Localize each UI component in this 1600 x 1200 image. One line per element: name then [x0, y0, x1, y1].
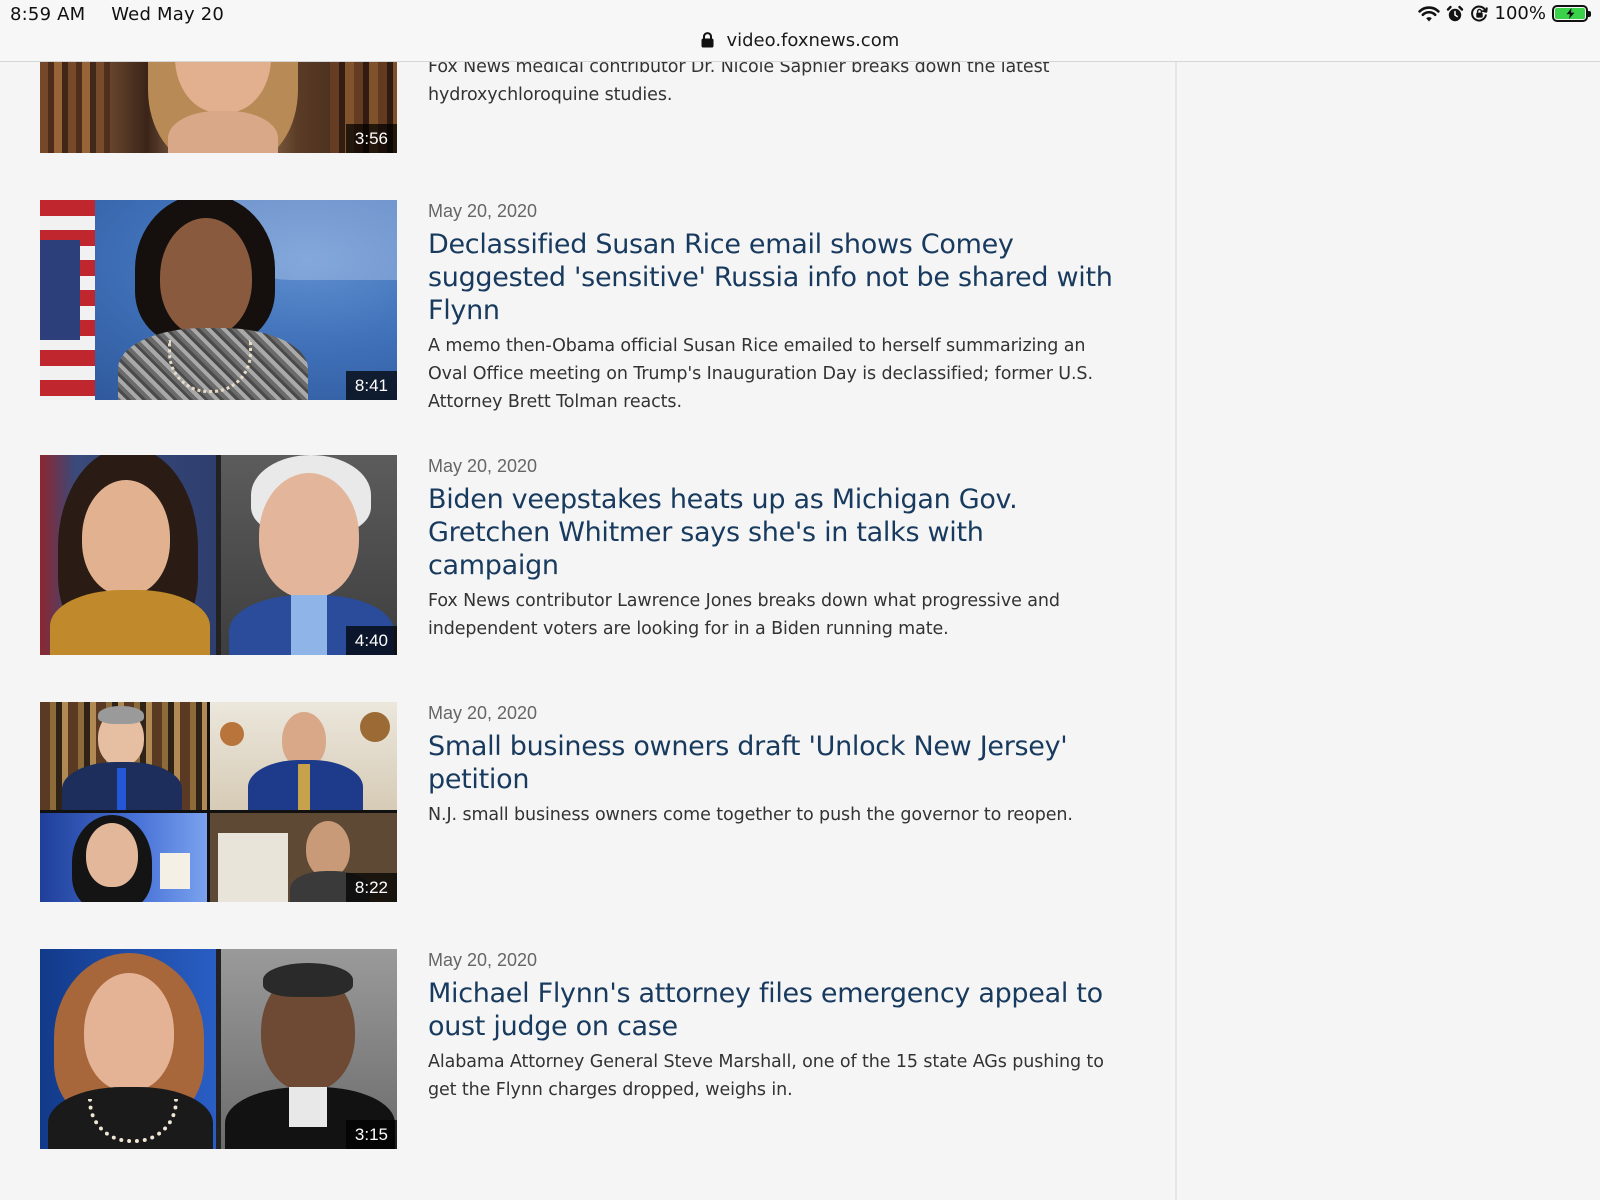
video-description: N.J. small business owners come together… — [428, 805, 1073, 825]
battery-icon — [1552, 5, 1591, 22]
video-description: A memo then-Obama official Susan Rice em… — [428, 336, 1093, 412]
video-description: Fox News contributor Lawrence Jones brea… — [428, 591, 1060, 639]
status-date: Wed May 20 — [111, 4, 225, 25]
video-date: May 20, 2020 — [428, 456, 538, 476]
video-duration: 4:40 — [345, 626, 397, 655]
sidebar-divider — [1175, 61, 1177, 1200]
video-description: Alabama Attorney General Steve Marshall,… — [428, 1052, 1104, 1100]
charging-bolt-icon — [1566, 8, 1574, 19]
battery-percentage: 100% — [1494, 3, 1546, 24]
url-text: video.foxnews.com — [726, 30, 900, 51]
split-portrait-thumbnail — [40, 455, 397, 655]
video-thumbnail[interactable]: 8:41 — [40, 200, 397, 400]
video-title-link[interactable]: Declassified Susan Rice email shows Come… — [428, 228, 1118, 327]
video-date: May 20, 2020 — [428, 703, 538, 723]
video-info: May 20, 2020 Small business owners draft… — [428, 702, 1118, 829]
video-info: May 20, 2020 Michael Flynn's attorney fi… — [428, 949, 1118, 1104]
wifi-icon — [1417, 5, 1440, 21]
video-duration: 3:56 — [345, 124, 397, 153]
video-info: May 20, 2020 Declassified Susan Rice ema… — [428, 200, 1118, 416]
split-portrait-thumbnail — [40, 949, 397, 1149]
video-list: 3:56 Fox News medical contributor Dr. Ni… — [0, 0, 1175, 1200]
video-title-link[interactable]: Michael Flynn's attorney files emergency… — [428, 977, 1118, 1043]
browser-top-bar: 8:59 AM Wed May 20 100% video.foxnews.co… — [0, 0, 1600, 62]
video-thumbnail[interactable]: 4:40 — [40, 455, 397, 655]
status-time: 8:59 AM — [10, 4, 86, 25]
video-title-link[interactable]: Biden veepstakes heats up as Michigan Go… — [428, 483, 1118, 582]
video-call-grid-thumbnail — [40, 702, 397, 902]
video-title-link[interactable]: Small business owners draft 'Unlock New … — [428, 730, 1118, 796]
video-thumbnail[interactable]: 3:15 — [40, 949, 397, 1149]
lock-icon — [701, 32, 714, 48]
press-briefing-thumbnail — [40, 200, 397, 400]
video-info: May 20, 2020 Biden veepstakes heats up a… — [428, 455, 1118, 643]
video-date: May 20, 2020 — [428, 950, 538, 970]
orientation-lock-icon — [1470, 5, 1488, 22]
video-thumbnail[interactable]: 8:22 — [40, 702, 397, 902]
alarm-icon — [1446, 5, 1463, 21]
battery-level-fill — [1555, 8, 1585, 19]
status-bar-clock: 8:59 AM Wed May 20 — [10, 4, 224, 25]
video-duration: 3:15 — [345, 1120, 397, 1149]
video-date: May 20, 2020 — [428, 201, 538, 221]
video-duration: 8:41 — [345, 371, 397, 400]
address-bar[interactable]: video.foxnews.com — [0, 30, 1600, 51]
status-bar-indicators: 100% — [1417, 3, 1591, 24]
video-duration: 8:22 — [345, 873, 397, 902]
